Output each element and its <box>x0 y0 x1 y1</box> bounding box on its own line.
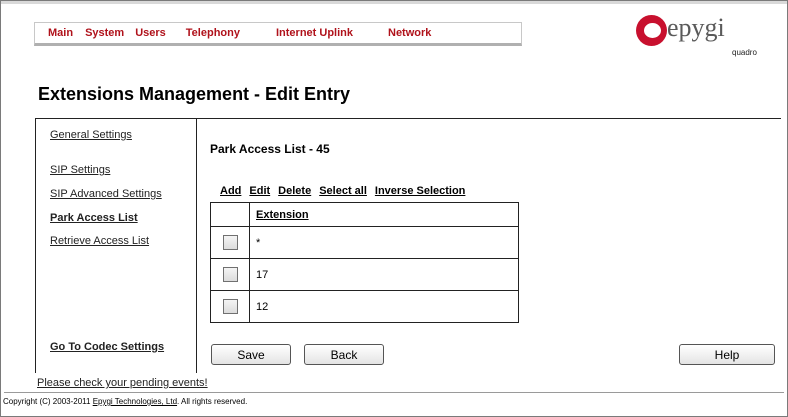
extension-cell: * <box>249 226 519 259</box>
header-checkbox-cell <box>210 202 250 227</box>
delete-link[interactable]: Delete <box>278 185 311 197</box>
main-menu-bar: Main System Users Telephony Internet Upl… <box>34 22 522 46</box>
inverse-selection-link[interactable]: Inverse Selection <box>375 185 466 197</box>
extension-cell: 12 <box>249 290 519 323</box>
table-actions: Add Edit Delete Select all Inverse Selec… <box>220 185 473 197</box>
footer-divider <box>4 392 784 393</box>
extension-cell: 17 <box>249 258 519 291</box>
copyright-text: Copyright (C) 2003-2011 Epygi Technologi… <box>3 397 247 406</box>
epygi-logo: epygi quadro <box>636 13 776 65</box>
sidebar: General Settings SIP Settings SIP Advanc… <box>36 119 197 373</box>
edit-link[interactable]: Edit <box>249 185 270 197</box>
extension-header-label[interactable]: Extension <box>256 209 309 221</box>
menu-item-telephony[interactable]: Telephony <box>186 27 240 39</box>
table-header-row: Extension <box>210 202 519 227</box>
row-checkbox-cell <box>210 226 250 259</box>
sidebar-item-sip-settings[interactable]: SIP Settings <box>50 164 110 176</box>
page-title: Extensions Management - Edit Entry <box>38 84 351 104</box>
extension-column-header[interactable]: Extension <box>249 202 519 227</box>
table-row: * <box>210 226 519 259</box>
row-checkbox-cell <box>210 290 250 323</box>
menu-item-main[interactable]: Main <box>48 27 73 39</box>
epygi-company-link[interactable]: Epygi Technologies, Ltd <box>93 397 177 406</box>
add-link[interactable]: Add <box>220 185 241 197</box>
extension-table: Extension * 17 12 <box>210 202 519 323</box>
row-checkbox[interactable] <box>222 235 238 250</box>
logo-mark-icon <box>636 15 667 46</box>
save-button[interactable]: Save <box>211 344 291 365</box>
menu-item-network[interactable]: Network <box>388 27 431 39</box>
help-button[interactable]: Help <box>679 344 775 365</box>
row-checkbox-cell <box>210 258 250 291</box>
frame-top-bar <box>1 1 787 4</box>
sidebar-item-park-access-list[interactable]: Park Access List <box>50 212 138 224</box>
copyright-prefix: Copyright (C) 2003-2011 <box>3 397 93 406</box>
copyright-suffix: . All rights reserved. <box>177 397 248 406</box>
section-title: Park Access List - 45 <box>210 142 330 156</box>
menu-item-users[interactable]: Users <box>135 27 166 39</box>
menu-item-system[interactable]: System <box>85 27 124 39</box>
back-button[interactable]: Back <box>304 344 384 365</box>
sidebar-item-retrieve-access-list[interactable]: Retrieve Access List <box>50 235 149 247</box>
logo-subtitle: quadro <box>732 48 757 57</box>
logo-wordmark: epygi <box>667 13 725 42</box>
row-checkbox[interactable] <box>222 299 238 314</box>
pending-events-link[interactable]: Please check your pending events! <box>37 377 208 389</box>
row-checkbox[interactable] <box>222 267 238 282</box>
menu-item-internet-uplink[interactable]: Internet Uplink <box>276 27 353 39</box>
sidebar-item-general-settings[interactable]: General Settings <box>50 129 132 141</box>
table-row: 17 <box>210 258 519 291</box>
sidebar-item-sip-advanced-settings[interactable]: SIP Advanced Settings <box>50 188 162 200</box>
select-all-link[interactable]: Select all <box>319 185 367 197</box>
table-row: 12 <box>210 290 519 323</box>
codec-settings-link[interactable]: Go To Codec Settings <box>50 341 164 353</box>
